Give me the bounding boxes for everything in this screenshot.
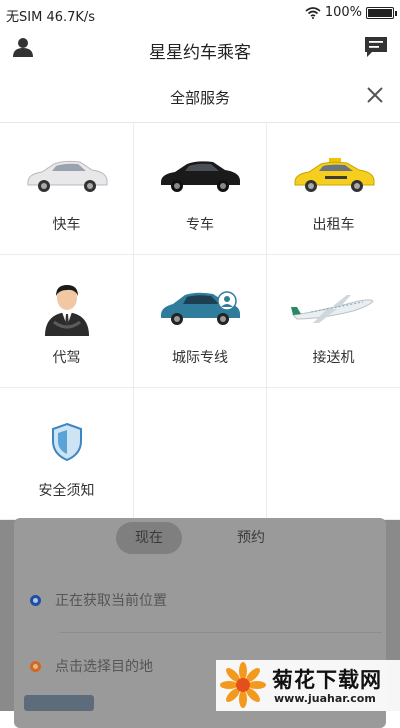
pickup-row[interactable]: 正在获取当前位置 [30,585,370,615]
panel-title: 全部服务 [169,89,230,107]
shield-icon [17,414,117,470]
pickup-text: 正在获取当前位置 [55,593,167,609]
service-designated-driver[interactable]: 代驾 [0,255,134,388]
watermark: 菊花下载网 www.juahar.com [216,660,400,711]
watermark-title: 菊花下载网 [272,668,382,692]
services-grid: 快车 专车 出租车 代驾 城际专线 接送机 安全须知 [0,122,400,520]
empty-cell [134,388,267,520]
battery-icon [366,6,397,19]
service-label: 接送机 [312,350,355,366]
status-bar: 无SIM 46.7K/s 100% [0,0,400,28]
message-icon[interactable] [364,36,388,58]
watermark-url: www.juahar.com [274,692,376,705]
driver-person-icon [17,281,117,337]
service-premier[interactable]: 专车 [134,122,267,255]
taxi-icon [284,148,384,204]
empty-cell [267,388,400,520]
close-icon[interactable] [366,86,384,104]
network-speed: 46.7K/s [46,10,96,25]
carrier-text: 无SIM [6,10,43,25]
service-safety-notice[interactable]: 安全须知 [0,388,134,520]
app-title: 星星约车乘客 [149,43,251,63]
wifi-icon [305,6,321,19]
app-header: 星星约车乘客 [0,28,400,68]
tab-reserve[interactable]: 预约 [224,522,278,554]
bottom-partial-label [24,695,94,711]
pickup-dot-icon [30,594,41,606]
airplane-icon [284,281,384,337]
service-label: 专车 [186,217,214,233]
battery-fill [368,8,392,17]
service-intercity[interactable]: 城际专线 [134,255,267,388]
service-label: 出租车 [312,217,355,233]
destination-text: 点击选择目的地 [55,659,153,675]
status-left: 无SIM 46.7K/s [6,6,95,25]
status-right: 100% [305,5,397,20]
battery-percent: 100% [324,5,362,20]
black-car-icon [150,148,250,204]
divider [60,632,382,633]
destination-dot-icon [30,660,41,672]
white-car-icon [17,148,117,204]
service-label: 安全须知 [38,483,95,499]
service-airport[interactable]: 接送机 [267,255,400,388]
intercity-car-icon [150,281,250,337]
service-taxi[interactable]: 出租车 [267,122,400,255]
service-express[interactable]: 快车 [0,122,134,255]
service-label: 快车 [52,217,81,233]
service-label: 代驾 [52,350,81,366]
services-panel-header: 全部服务 [0,70,400,123]
flower-logo-icon [220,662,266,708]
tab-now[interactable]: 现在 [116,522,182,554]
service-label: 城际专线 [172,350,228,366]
